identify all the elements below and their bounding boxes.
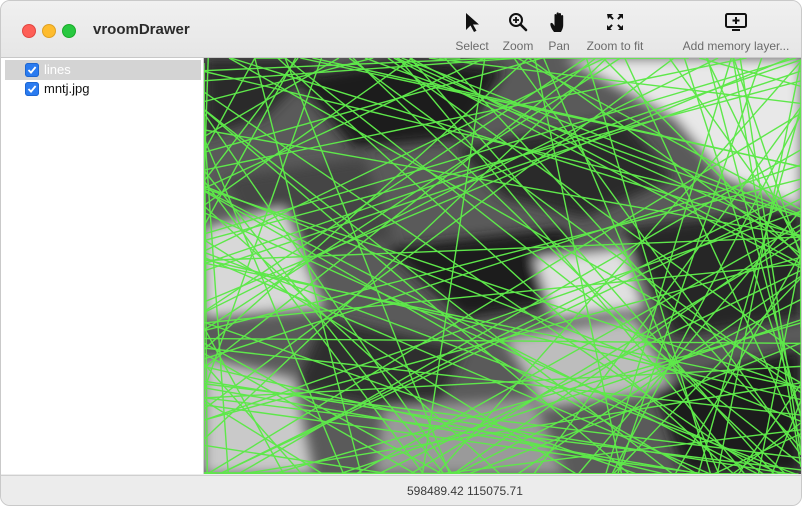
minimize-button[interactable] [42, 24, 56, 38]
layer-name: lines [44, 62, 71, 77]
select-label: Select [455, 39, 489, 53]
layer-row-mntj[interactable]: mntj.jpg [5, 79, 201, 99]
status-bar: 598489.42 115075.71 [1, 475, 801, 505]
pan-tool-button[interactable]: Pan [544, 11, 574, 53]
layer-row-lines[interactable]: lines [5, 60, 201, 80]
zoom-to-fit-label: Zoom to fit [586, 39, 644, 53]
line-feature [204, 472, 217, 474]
add-memory-layer-button[interactable]: Add memory layer... [681, 11, 791, 53]
window-title: vroomDrawer [93, 21, 190, 38]
layer-name: mntj.jpg [44, 81, 90, 96]
layer-visibility-checkbox[interactable] [25, 63, 39, 77]
zoom-to-fit-button[interactable]: Zoom to fit [585, 11, 645, 53]
zoom-tool-button[interactable]: Zoom [501, 11, 535, 53]
map-canvas[interactable] [204, 58, 801, 474]
layer-visibility-checkbox[interactable] [25, 82, 39, 96]
zoom-in-icon [509, 13, 528, 32]
cursor-coordinates: 598489.42 115075.71 [407, 484, 523, 498]
checkmark-icon [27, 85, 37, 93]
pan-label: Pan [548, 39, 570, 53]
add-memory-layer-label: Add memory layer... [682, 39, 790, 53]
arrow-cursor-icon [466, 13, 479, 32]
zoom-label: Zoom [502, 39, 534, 53]
title-bar: vroomDrawer Select Zoom Pan Zoom to fit … [1, 1, 801, 58]
hand-icon [550, 12, 564, 32]
layer-list: lines mntj.jpg [1, 58, 204, 474]
expand-icon [607, 14, 623, 30]
app-window: vroomDrawer Select Zoom Pan Zoom to fit … [0, 0, 802, 506]
select-tool-button[interactable]: Select [454, 11, 490, 53]
maximize-button[interactable] [62, 24, 76, 38]
close-button[interactable] [22, 24, 36, 38]
map-view[interactable] [204, 58, 801, 474]
add-display-icon [725, 13, 747, 31]
checkmark-icon [27, 66, 37, 74]
